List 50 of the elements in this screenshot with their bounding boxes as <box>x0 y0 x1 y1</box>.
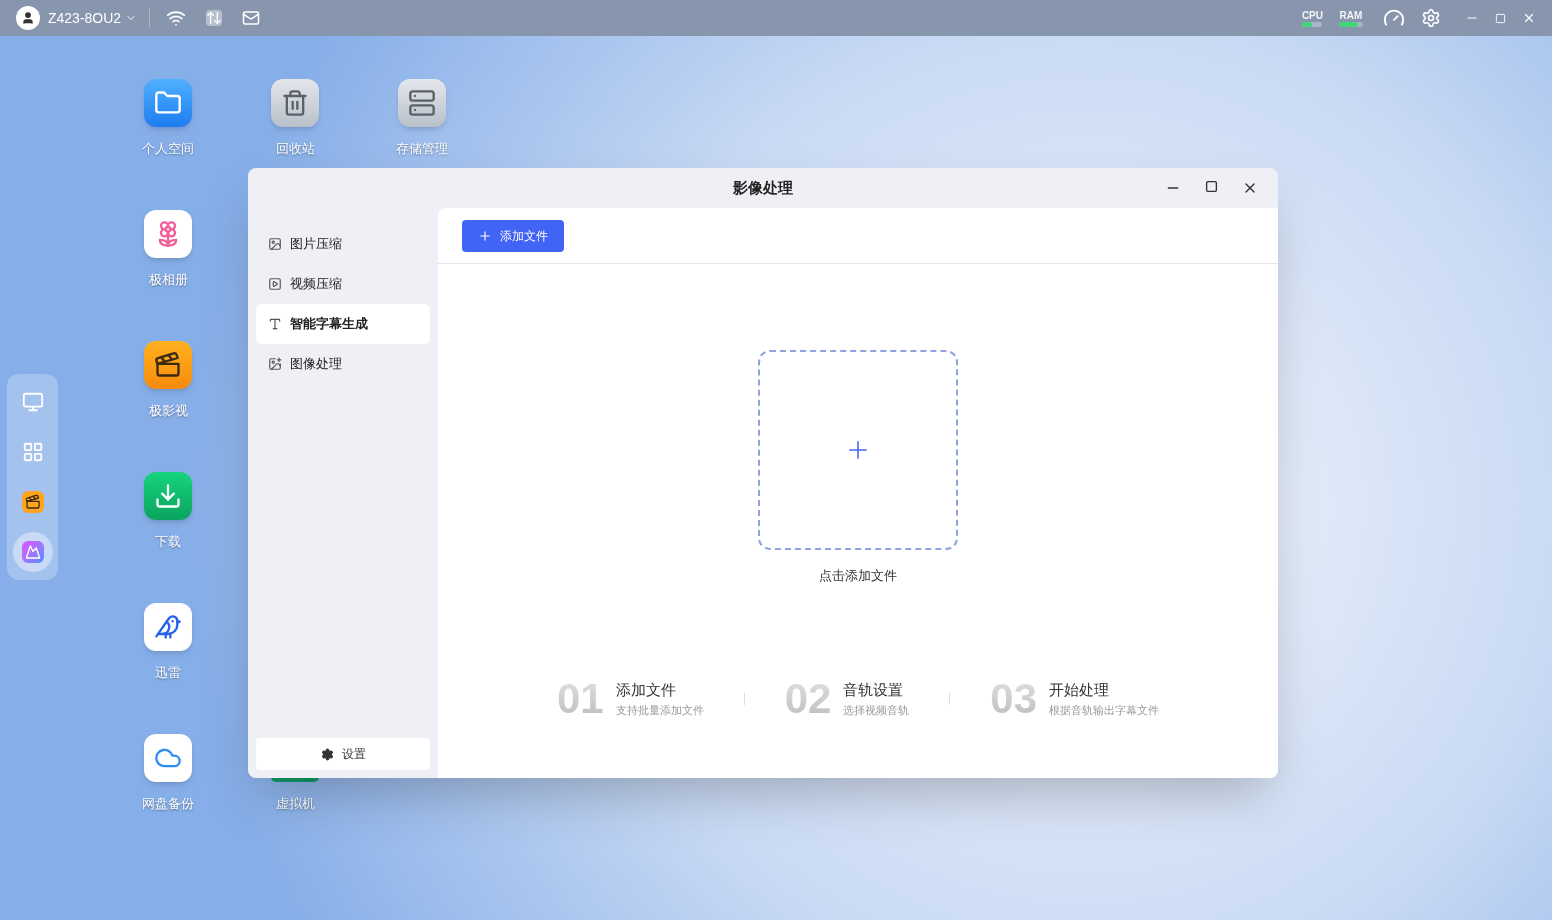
settings-icon[interactable] <box>1421 8 1441 28</box>
video-icon <box>268 277 282 291</box>
trash-app-icon[interactable] <box>271 79 319 127</box>
app-label[interactable]: 个人空间 <box>142 139 194 159</box>
settings-button[interactable]: 设置 <box>256 738 430 770</box>
app-label[interactable]: 极影视 <box>148 401 188 421</box>
step-title: 添加文件 <box>615 680 677 700</box>
wifi-icon[interactable] <box>166 8 187 28</box>
app-label[interactable]: 回收站 <box>275 139 315 159</box>
transfer-icon[interactable] <box>206 10 223 26</box>
app-label[interactable]: 极相册 <box>148 270 188 290</box>
step-title: 开始处理 <box>1049 680 1111 700</box>
sidebar-item[interactable]: 图像处理 <box>256 344 430 384</box>
bird-app-icon[interactable] <box>144 603 192 651</box>
step-title: 音轨设置 <box>843 680 905 700</box>
monitor-icon <box>21 391 44 413</box>
user-avatar-icon[interactable] <box>16 6 40 30</box>
maximize-icon[interactable] <box>1205 180 1218 193</box>
drop-zone[interactable] <box>758 350 958 550</box>
step-subtitle: 支持批量添加文件 <box>615 702 704 718</box>
video-app-icon[interactable] <box>144 341 192 389</box>
sidebar-item[interactable]: 视频压缩 <box>256 264 430 304</box>
sidebar-item[interactable]: 智能字幕生成 <box>256 304 430 344</box>
window-title: 影像处理 <box>733 177 793 198</box>
storage-app-icon[interactable] <box>398 79 446 127</box>
photo-dock-item[interactable] <box>12 532 53 572</box>
download-app-icon[interactable] <box>144 472 192 520</box>
app-label[interactable]: 虚拟机 <box>275 794 315 814</box>
app-label[interactable]: 迅雷 <box>155 663 181 683</box>
photos-app-icon[interactable] <box>144 210 192 258</box>
cloud-app-icon[interactable] <box>144 734 192 782</box>
add-file-button[interactable]: 添加文件 <box>462 219 564 252</box>
app-label[interactable]: 下载 <box>155 532 181 552</box>
app-label[interactable]: 存储管理 <box>396 139 448 159</box>
image-icon <box>268 237 282 251</box>
device-name-dropdown[interactable]: Z423-8OU2 <box>48 7 138 29</box>
grid-icon <box>21 441 44 463</box>
folder-app-icon[interactable] <box>144 79 192 127</box>
sparkle-icon <box>268 357 282 371</box>
plus-icon <box>478 228 492 243</box>
ram-label: RAM <box>1339 9 1363 22</box>
subtitle-icon <box>268 317 282 331</box>
step-subtitle: 选择视频音轨 <box>843 702 910 718</box>
drop-zone-label: 点击添加文件 <box>819 567 897 585</box>
step-subtitle: 根据音轨输出字幕文件 <box>1049 702 1160 718</box>
cpu-label: CPU <box>1301 9 1323 22</box>
mail-icon[interactable] <box>242 9 261 27</box>
sidebar-item[interactable]: 图片压缩 <box>256 224 430 264</box>
settings-icon <box>320 747 334 761</box>
app-label[interactable]: 网盘备份 <box>142 794 194 814</box>
